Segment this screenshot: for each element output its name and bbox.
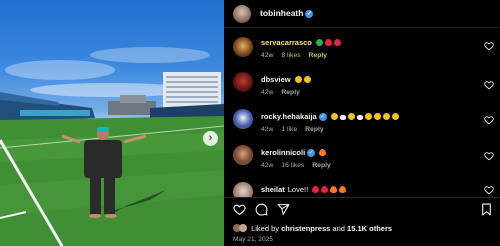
author-username[interactable]: tobinheath ✓ xyxy=(260,8,314,18)
red-heart-emoji xyxy=(321,186,329,193)
comment-time: 42w xyxy=(261,126,274,133)
comment-time: 42w xyxy=(261,89,274,96)
comment-meta: 42w Reply xyxy=(261,89,306,96)
comment-line: kerolinnicoli ✓ xyxy=(261,148,327,158)
wow-face-emoji xyxy=(330,113,338,120)
comment-line: sheilat Love!! xyxy=(261,185,347,194)
avatar[interactable] xyxy=(233,37,253,57)
reply-button[interactable]: Reply xyxy=(312,162,331,169)
likes-others-count[interactable]: 15.1K others xyxy=(347,224,392,233)
stadium-scene xyxy=(0,47,224,246)
heart-icon[interactable] xyxy=(233,203,246,216)
comment-like-count[interactable]: 16 likes xyxy=(281,162,304,169)
comment-time: 42w xyxy=(261,52,274,59)
post-actions xyxy=(224,197,500,219)
post-date[interactable]: May 21, 2025 xyxy=(233,236,273,243)
likes-prefix: Liked by xyxy=(251,224,280,233)
comment-item: kerolinnicoli ✓ 42w 16 likes Reply xyxy=(224,144,500,174)
wow-face-emoji xyxy=(347,113,355,120)
comment-username[interactable]: rocky.hehakaija xyxy=(261,112,317,121)
comment-item: sheilat Love!! xyxy=(224,181,500,197)
reply-button[interactable]: Reply xyxy=(281,89,300,96)
avatar[interactable] xyxy=(233,145,253,165)
avatar[interactable] xyxy=(233,72,253,92)
verified-badge-icon: ✓ xyxy=(318,113,327,122)
muscle-emoji xyxy=(373,113,381,120)
comment-icon[interactable] xyxy=(255,203,268,216)
fire-emoji xyxy=(319,149,327,156)
comment-username[interactable]: dbsview xyxy=(261,75,291,84)
avatar xyxy=(239,224,247,232)
dash-emoji xyxy=(356,115,363,120)
green-circle-emoji xyxy=(315,39,323,46)
heart-icon[interactable] xyxy=(484,151,494,161)
post-header: tobinheath ✓ xyxy=(224,0,500,28)
comment-like-count[interactable]: 8 likes xyxy=(281,52,300,59)
avatar[interactable] xyxy=(233,182,253,197)
reply-button[interactable]: Reply xyxy=(305,126,324,133)
wow-face-emoji xyxy=(364,113,372,120)
likes-summary: Liked by christenpress and 15.1K others xyxy=(233,224,392,233)
heart-icon[interactable] xyxy=(484,80,494,90)
comments-panel: tobinheath ✓ servacarrasco 42w 8 likes Re… xyxy=(224,0,500,246)
likes-joiner: and xyxy=(332,224,345,233)
clap-emoji xyxy=(294,76,302,83)
verified-badge-icon: ✓ xyxy=(307,149,316,158)
heart-icon[interactable] xyxy=(484,185,494,195)
chevron-right-icon[interactable]: › xyxy=(203,131,218,146)
comment-line: rocky.hehakaija ✓ xyxy=(261,112,399,122)
red-heart-emoji xyxy=(312,186,320,193)
avatar[interactable] xyxy=(233,109,253,129)
comment-meta: 42w 16 likes Reply xyxy=(261,162,337,169)
red-heart-emoji xyxy=(324,39,332,46)
share-icon[interactable] xyxy=(277,203,290,216)
muscle-emoji xyxy=(382,113,390,120)
comment-time: 42w xyxy=(261,162,274,169)
liked-by-user[interactable]: christenpress xyxy=(281,224,330,233)
comment-line: dbsview xyxy=(261,75,311,84)
comment-username[interactable]: servacarrasco xyxy=(261,38,312,47)
verified-badge-icon: ✓ xyxy=(305,9,314,18)
comment-username[interactable]: kerolinnicoli xyxy=(261,148,305,157)
bookmark-icon[interactable] xyxy=(480,203,493,216)
fire-emoji xyxy=(339,186,347,193)
comment-text: Love!! xyxy=(287,185,309,194)
comment-like-count[interactable]: 1 like xyxy=(281,126,297,133)
reply-button[interactable]: Reply xyxy=(309,52,328,59)
post-photo: › xyxy=(0,0,224,246)
comment-meta: 42w 1 like Reply xyxy=(261,126,330,133)
comment-item: servacarrasco 42w 8 likes Reply xyxy=(224,34,500,64)
clap-emoji xyxy=(303,76,311,83)
avatar[interactable] xyxy=(233,5,251,23)
comment-item: dbsview 42w Reply xyxy=(224,71,500,101)
fire-emoji xyxy=(330,186,338,193)
comment-username[interactable]: sheilat xyxy=(261,185,285,194)
comment-line: servacarrasco xyxy=(261,38,341,47)
muscle-emoji xyxy=(391,113,399,120)
dash-emoji xyxy=(339,115,346,120)
heart-icon[interactable] xyxy=(484,115,494,125)
heart-icon[interactable] xyxy=(484,41,494,51)
comment-meta: 42w 8 likes Reply xyxy=(261,52,333,59)
author-name[interactable]: tobinheath xyxy=(260,8,303,18)
comment-item: rocky.hehakaija ✓ 42w 1 like Reply xyxy=(224,108,500,138)
red-heart-emoji xyxy=(333,39,341,46)
